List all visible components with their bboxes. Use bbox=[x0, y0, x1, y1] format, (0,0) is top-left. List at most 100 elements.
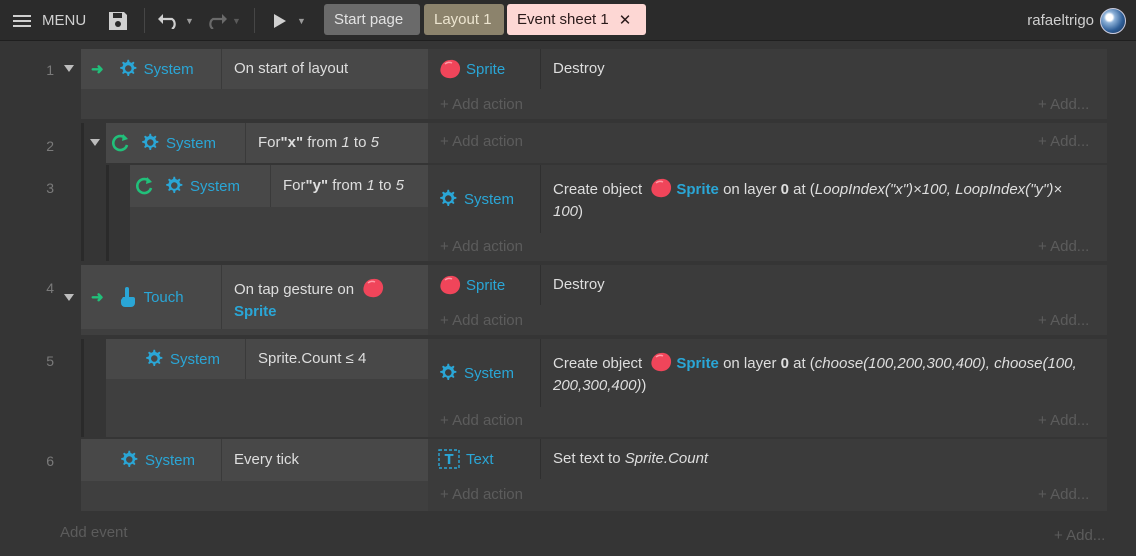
loop-end: 5 bbox=[370, 134, 379, 151]
text-icon: T bbox=[438, 449, 460, 469]
add-more-link[interactable]: + Add... bbox=[1038, 312, 1089, 329]
preview-dropdown-icon[interactable]: ▼ bbox=[297, 16, 306, 26]
event-number: 6 bbox=[46, 453, 54, 469]
loop-start: 1 bbox=[366, 177, 375, 194]
gear-icon bbox=[121, 450, 138, 467]
menu-button[interactable]: MENU bbox=[12, 0, 86, 41]
redo-dropdown-icon[interactable]: ▼ bbox=[232, 16, 241, 26]
collapse-toggle-icon[interactable] bbox=[90, 139, 100, 146]
add-more-link[interactable]: + Add... bbox=[1038, 96, 1089, 113]
add-action-link[interactable]: + Add action bbox=[440, 412, 523, 429]
expression: LoopIndex("x")×100, LoopIndex("y")× bbox=[814, 181, 1063, 198]
user-account[interactable]: rafaeltrigo bbox=[1027, 0, 1126, 41]
action-object[interactable]: Sprite bbox=[428, 49, 540, 89]
tab-layout-1[interactable]: Layout 1 bbox=[424, 4, 504, 35]
action-text: Destroy bbox=[540, 49, 1107, 89]
action-row[interactable]: T Text Set text to Sprite.Count bbox=[428, 439, 1107, 479]
text-part: ) bbox=[578, 203, 584, 220]
condition-object[interactable]: System bbox=[130, 165, 270, 207]
condition-row[interactable]: System For "x" from 1 to 5 bbox=[106, 123, 428, 163]
touch-icon bbox=[120, 287, 135, 307]
add-action-link[interactable]: + Add action bbox=[440, 238, 523, 255]
text-part: from bbox=[303, 134, 342, 151]
gear-icon bbox=[166, 176, 183, 193]
object-name: System bbox=[143, 60, 194, 78]
collapse-toggle-icon[interactable] bbox=[64, 65, 74, 72]
top-toolbar: MENU ▼ ▼ ▼ Start page Layout 1 Event she… bbox=[0, 0, 1136, 41]
text-part: at ( bbox=[788, 181, 815, 198]
collapse-toggle-icon[interactable] bbox=[64, 294, 74, 301]
condition-row[interactable]: ➜ Touch On tap gesture on Sprite bbox=[81, 265, 428, 329]
play-icon bbox=[274, 13, 286, 28]
text-part: Create object bbox=[553, 355, 647, 372]
add-more-link[interactable]: + Add... bbox=[1038, 133, 1089, 150]
object-ref: Sprite bbox=[234, 303, 277, 320]
action-text: Create object Sprite on layer 0 at (choo… bbox=[540, 339, 1107, 407]
redo-button[interactable]: ▼ bbox=[204, 0, 241, 41]
action-row[interactable]: Sprite Destroy bbox=[428, 49, 1107, 89]
object-name: Sprite bbox=[466, 276, 506, 294]
loop-end: 5 bbox=[395, 177, 404, 194]
expression: choose(100,200,300,400), choose(100, bbox=[814, 355, 1077, 372]
text-part: Create object bbox=[553, 181, 647, 198]
add-event-link[interactable]: Add event bbox=[60, 524, 128, 541]
condition-row[interactable]: System Sprite.Count ≤ 4 bbox=[106, 339, 428, 379]
add-action-link[interactable]: + Add action bbox=[440, 133, 523, 150]
object-name: System bbox=[464, 190, 515, 208]
add-action-link[interactable]: + Add action bbox=[440, 486, 523, 503]
gear-icon bbox=[119, 59, 136, 76]
condition-object[interactable]: ➜ System bbox=[81, 49, 221, 89]
add-action-link[interactable]: + Add action bbox=[440, 96, 523, 113]
add-more-link[interactable]: + Add... bbox=[1054, 527, 1105, 544]
condition-object[interactable]: System bbox=[106, 339, 245, 379]
object-name: System bbox=[166, 134, 217, 152]
text-part: ) bbox=[641, 377, 647, 394]
layer-value: 0 bbox=[780, 355, 789, 372]
object-ref: Sprite bbox=[676, 181, 719, 198]
action-row[interactable]: System Create object Sprite on layer 0 a… bbox=[428, 165, 1107, 233]
undo-button[interactable]: ▼ bbox=[157, 0, 194, 41]
condition-row[interactable]: System Every tick bbox=[81, 439, 428, 481]
text-part: For bbox=[283, 177, 306, 194]
sprite-icon bbox=[651, 352, 673, 372]
condition-object[interactable]: System bbox=[81, 439, 221, 481]
add-action-link[interactable]: + Add action bbox=[440, 312, 523, 329]
expression: 100 bbox=[553, 203, 579, 220]
condition-object[interactable]: ➜ Touch bbox=[81, 265, 221, 329]
condition-object[interactable]: System bbox=[106, 123, 245, 163]
text-part: at ( bbox=[788, 355, 815, 372]
toolbar-separator bbox=[144, 8, 145, 33]
layer-value: 0 bbox=[780, 181, 789, 198]
tab-label: Layout 1 bbox=[434, 11, 492, 28]
text-part: on layer bbox=[718, 355, 781, 372]
indent-bar bbox=[106, 165, 109, 261]
text-part: from bbox=[328, 177, 367, 194]
condition-text: Every tick bbox=[221, 439, 428, 481]
add-more-link[interactable]: + Add... bbox=[1038, 412, 1089, 429]
close-icon[interactable]: ✕ bbox=[619, 11, 632, 29]
tab-start-page[interactable]: Start page bbox=[324, 4, 420, 35]
add-more-link[interactable]: + Add... bbox=[1038, 238, 1089, 255]
action-object[interactable]: Sprite bbox=[428, 265, 540, 305]
undo-dropdown-icon[interactable]: ▼ bbox=[185, 16, 194, 26]
object-name: Text bbox=[466, 450, 494, 468]
condition-row[interactable]: ➜ System On start of layout bbox=[81, 49, 428, 89]
action-object[interactable]: System bbox=[428, 339, 540, 407]
preview-button[interactable]: ▼ bbox=[273, 0, 306, 41]
save-icon bbox=[109, 11, 127, 30]
redo-icon bbox=[209, 13, 227, 29]
action-row[interactable]: Sprite Destroy bbox=[428, 265, 1107, 305]
save-button[interactable] bbox=[107, 0, 129, 41]
condition-text: On tap gesture on Sprite bbox=[221, 265, 428, 329]
add-more-link[interactable]: + Add... bbox=[1038, 486, 1089, 503]
action-row[interactable]: System Create object Sprite on layer 0 a… bbox=[428, 339, 1107, 407]
loop-icon bbox=[135, 176, 154, 195]
tab-event-sheet-1[interactable]: Event sheet 1 ✕ bbox=[507, 4, 646, 35]
sprite-icon bbox=[362, 278, 385, 298]
condition-row[interactable]: System For "y" from 1 to 5 bbox=[130, 165, 428, 207]
action-object[interactable]: System bbox=[428, 165, 540, 233]
text-part: On tap gesture on bbox=[234, 281, 359, 298]
action-object[interactable]: T Text bbox=[428, 439, 540, 479]
loop-name: "y" bbox=[305, 177, 329, 194]
text-part: on layer bbox=[718, 181, 781, 198]
